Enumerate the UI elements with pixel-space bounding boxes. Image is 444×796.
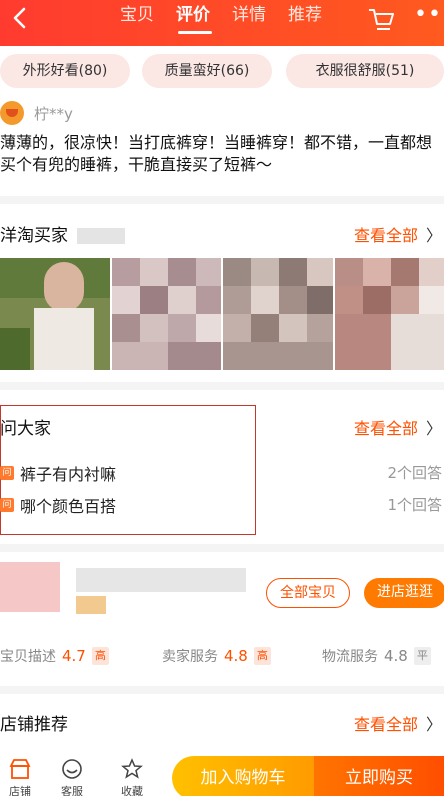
- chevron-right-icon: 〉: [425, 419, 442, 438]
- store-ratings: 宝贝描述 4.7 高 卖家服务 4.8 高 物流服务 4.8 平: [0, 646, 444, 668]
- top-tabs: 宝贝 评价 详情 推荐: [118, 2, 324, 28]
- qa-see-all[interactable]: 查看全部〉: [354, 415, 442, 439]
- qa-question-row[interactable]: 问 哪个颜色百搭: [0, 493, 116, 517]
- top-nav-bar: 宝贝 评价 详情 推荐 •••: [0, 0, 444, 46]
- rating-value: 4.8: [224, 647, 248, 665]
- blurred-store-badge: [76, 596, 106, 614]
- customer-service-button[interactable]: 客服: [52, 758, 92, 796]
- qa-answer-count: 1个回答: [387, 496, 442, 514]
- visit-store-button[interactable]: 进店逛逛: [364, 578, 444, 608]
- reviewer-info: 柠**y: [0, 100, 73, 126]
- see-all-label: 查看全部: [353, 419, 418, 438]
- store-icon: [9, 759, 31, 779]
- rating-level-badge: 高: [91, 647, 109, 665]
- tab-reviews[interactable]: 评价: [174, 2, 212, 28]
- question-badge-icon: 问: [0, 498, 14, 512]
- chevron-right-icon: 〉: [425, 226, 442, 245]
- rating-description: 宝贝描述 4.7 高: [0, 646, 109, 666]
- reviewer-name: 柠**y: [34, 104, 73, 123]
- rating-service: 卖家服务 4.8 高: [162, 646, 271, 666]
- qa-title: 问大家: [0, 419, 51, 439]
- rating-logistics: 物流服务 4.8 平: [322, 646, 431, 666]
- tab-details[interactable]: 详情: [230, 2, 268, 28]
- qa-question: 裤子有内衬嘛: [20, 465, 117, 484]
- service-label: 客服: [61, 785, 83, 796]
- rating-label: 卖家服务: [162, 649, 218, 665]
- review-tags: 外形好看(80) 质量蛮好(66) 衣服很舒服(51): [0, 54, 444, 90]
- rating-level-badge: 平: [413, 647, 431, 665]
- avatar: [0, 101, 24, 125]
- shopping-cart-icon[interactable]: [366, 4, 396, 34]
- store-label: 店铺: [9, 785, 31, 796]
- review-text[interactable]: 薄薄的，很凉快！当打底裤穿！当睡裤穿！都不错，一直都想买个有兜的睡裤，干脆直接买…: [0, 132, 444, 176]
- chevron-right-icon: 〉: [425, 715, 442, 734]
- section-divider: [0, 196, 444, 204]
- store-nav-button[interactable]: 店铺: [0, 758, 40, 796]
- qa-question-row[interactable]: 问 裤子有内衬嘛: [0, 461, 116, 485]
- buyer-photo[interactable]: [111, 258, 221, 370]
- favorite-button[interactable]: 收藏: [112, 758, 152, 796]
- review-tag[interactable]: 外形好看(80): [0, 54, 130, 88]
- see-all-label: 查看全部: [353, 715, 418, 734]
- more-menu-icon[interactable]: •••: [414, 2, 444, 32]
- blurred-text: [77, 228, 126, 244]
- question-badge-icon: 问: [0, 466, 14, 480]
- star-icon: [121, 758, 143, 779]
- rating-level-badge: 高: [253, 647, 271, 665]
- favorite-label: 收藏: [121, 785, 143, 796]
- review-tag[interactable]: 衣服很舒服(51): [286, 54, 444, 88]
- tab-recommend[interactable]: 推荐: [286, 2, 324, 28]
- buyer-show-title-text: 洋淘买家: [0, 226, 68, 246]
- section-divider: [0, 544, 444, 552]
- buyer-photo-gallery: [0, 258, 444, 370]
- section-divider: [0, 382, 444, 390]
- back-arrow-icon[interactable]: [6, 4, 36, 34]
- tab-item[interactable]: 宝贝: [118, 2, 156, 28]
- see-all-label: 查看全部: [353, 226, 418, 245]
- qa-question: 哪个颜色百搭: [20, 497, 117, 516]
- add-to-cart-button[interactable]: 加入购物车: [172, 756, 314, 796]
- buy-now-button[interactable]: 立即购买: [314, 756, 444, 796]
- buyer-photo[interactable]: [223, 258, 333, 370]
- customer-service-icon: [62, 759, 82, 779]
- shop-recommend-title: 店铺推荐: [0, 715, 68, 735]
- store-logo[interactable]: [0, 562, 60, 612]
- rating-label: 物流服务: [322, 649, 378, 665]
- buyer-photo[interactable]: [0, 258, 110, 370]
- rating-label: 宝贝描述: [0, 649, 56, 665]
- buyer-show-title: 洋淘买家: [0, 221, 126, 246]
- review-tag[interactable]: 质量蛮好(66): [142, 54, 272, 88]
- all-items-button[interactable]: 全部宝贝: [266, 578, 350, 608]
- bottom-action-bar: 店铺 客服 收藏 加入购物车 立即购买: [0, 752, 444, 796]
- rating-value: 4.7: [62, 647, 86, 665]
- section-divider: [0, 686, 444, 694]
- shop-recommend-see-all[interactable]: 查看全部〉: [354, 711, 442, 735]
- rating-value: 4.8: [384, 647, 408, 665]
- active-tab-indicator: [178, 31, 212, 34]
- blurred-store-name: [76, 568, 246, 592]
- qa-answer-count: 2个回答: [387, 464, 442, 482]
- buyer-show-see-all[interactable]: 查看全部〉: [354, 222, 442, 246]
- buyer-photo[interactable]: [334, 258, 444, 370]
